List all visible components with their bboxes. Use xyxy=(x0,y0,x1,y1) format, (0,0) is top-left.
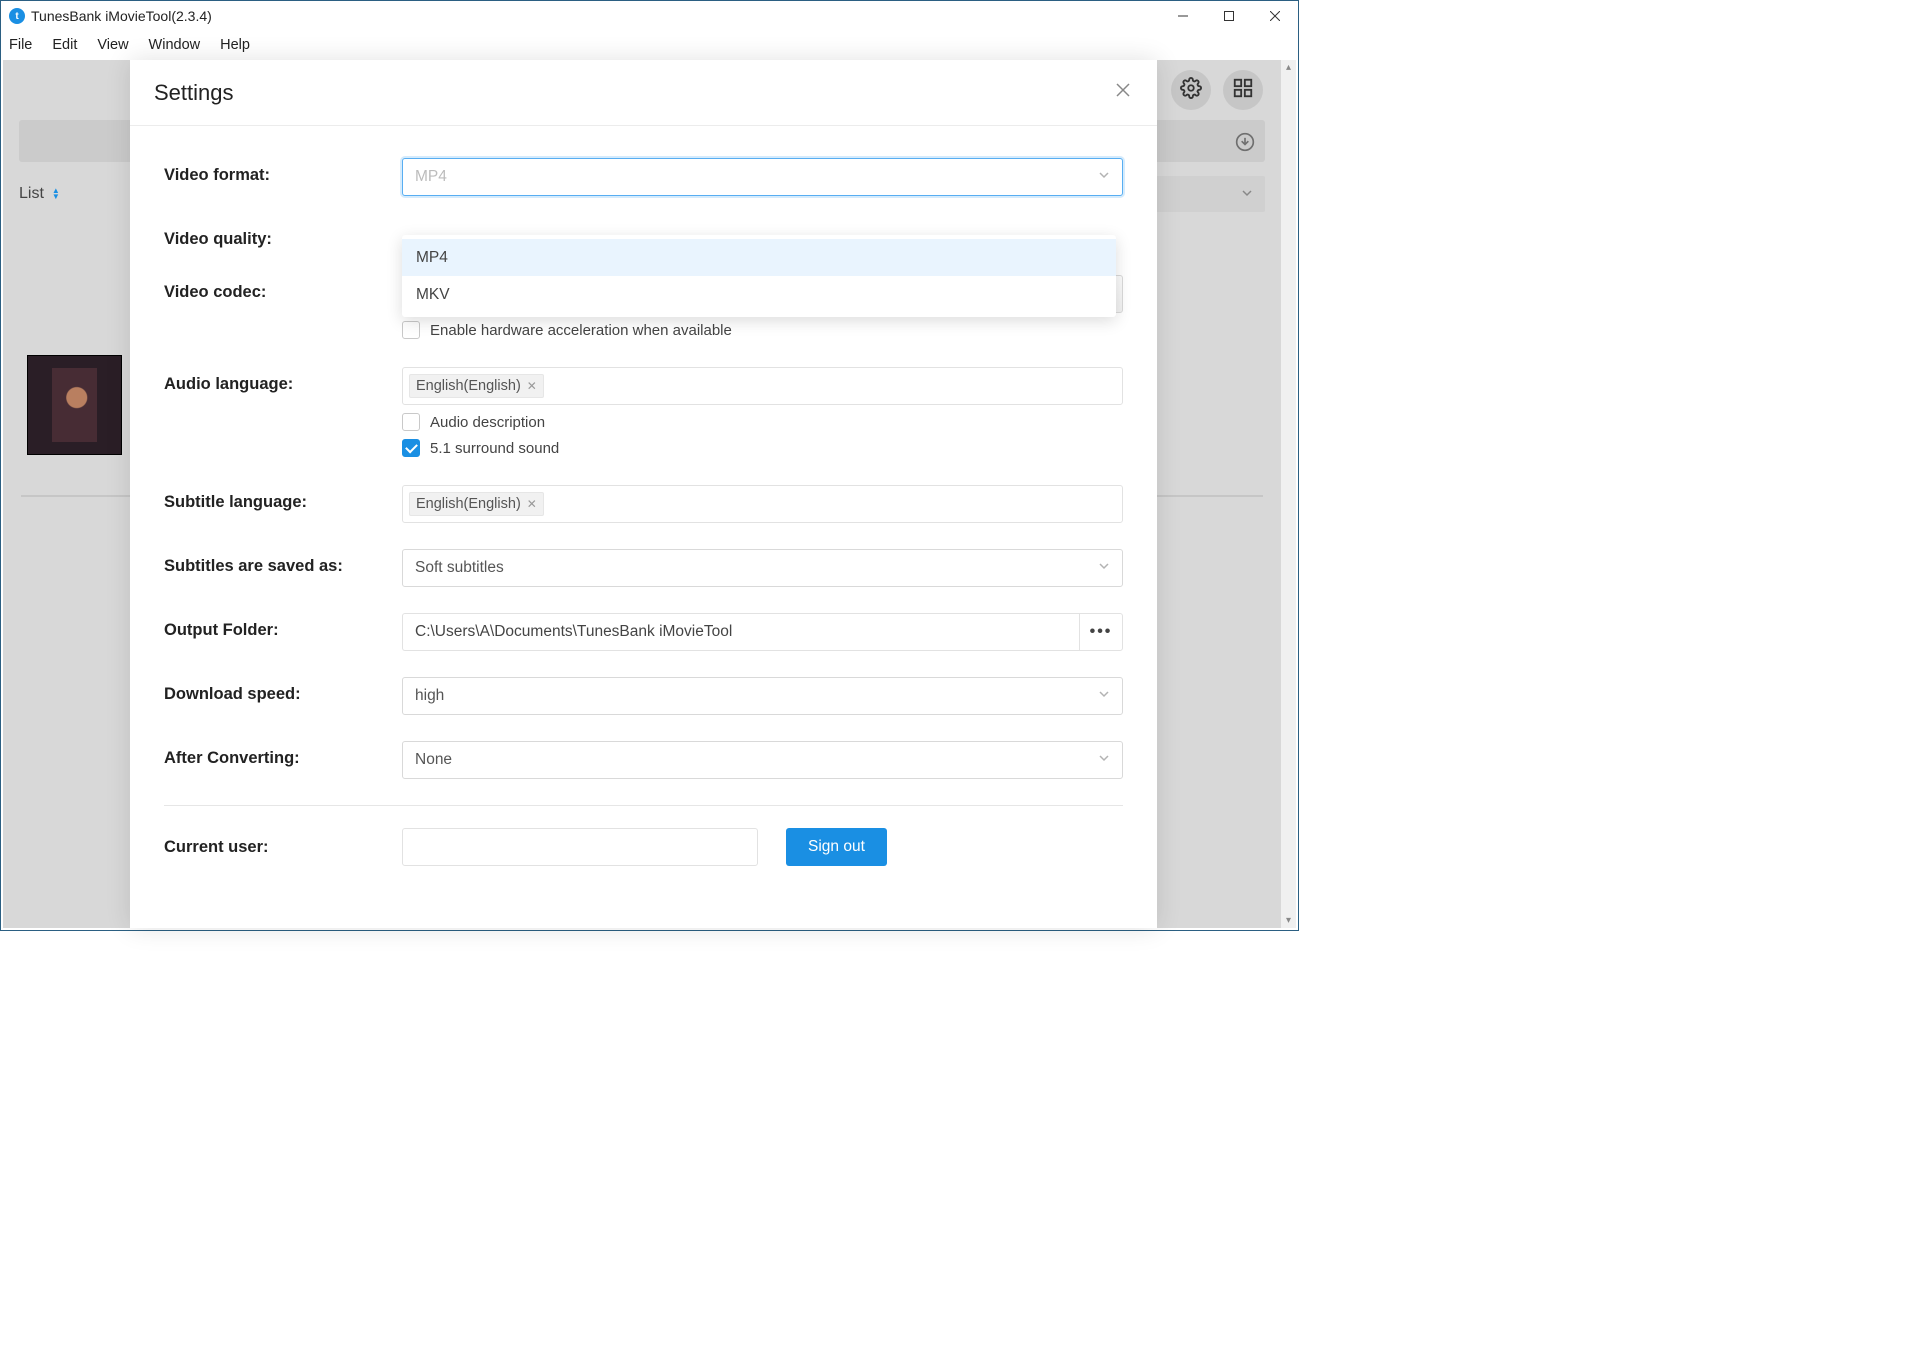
label-video-format: Video format: xyxy=(164,158,402,185)
output-folder-path[interactable]: C:\Users\A\Documents\TunesBank iMovieToo… xyxy=(402,613,1079,651)
label-output-folder: Output Folder: xyxy=(164,613,402,640)
browse-button[interactable]: ••• xyxy=(1079,613,1123,651)
subtitle-language-tag[interactable]: English(English) ✕ xyxy=(409,492,544,516)
download-speed-value: high xyxy=(415,687,444,705)
audio-language-select[interactable]: English(English) ✕ xyxy=(402,367,1123,405)
modal-close-button[interactable] xyxy=(1115,82,1131,103)
app-window: t TunesBank iMovieTool(2.3.4) File Edit … xyxy=(0,0,1299,931)
surround-row: 5.1 surround sound xyxy=(402,439,1123,457)
menu-view[interactable]: View xyxy=(97,37,128,53)
row-after-converting: After Converting: None xyxy=(164,741,1123,779)
window-controls xyxy=(1160,1,1298,31)
label-after-converting: After Converting: xyxy=(164,741,402,768)
modal-title: Settings xyxy=(154,80,234,106)
row-current-user: Current user: Sign out xyxy=(164,828,1123,866)
ellipsis-icon: ••• xyxy=(1090,623,1113,641)
sign-out-label: Sign out xyxy=(808,838,865,856)
chevron-down-icon xyxy=(1098,559,1110,577)
row-subtitles-saved: Subtitles are saved as: Soft subtitles xyxy=(164,549,1123,587)
surround-checkbox[interactable] xyxy=(402,439,420,457)
audio-language-tag-text: English(English) xyxy=(416,378,521,394)
row-subtitle-language: Subtitle language: English(English) ✕ xyxy=(164,485,1123,523)
titlebar: t TunesBank iMovieTool(2.3.4) xyxy=(1,1,1298,31)
subtitles-saved-select[interactable]: Soft subtitles xyxy=(402,549,1123,587)
chevron-down-icon xyxy=(1098,751,1110,769)
remove-tag-icon[interactable]: ✕ xyxy=(527,497,537,511)
menu-window[interactable]: Window xyxy=(149,37,201,53)
after-converting-value: None xyxy=(415,751,452,769)
list-label[interactable]: List xyxy=(19,185,44,203)
menubar: File Edit View Window Help xyxy=(1,31,1298,59)
close-button[interactable] xyxy=(1252,1,1298,31)
video-format-select[interactable]: MP4 xyxy=(402,158,1123,196)
scroll-down-arrow-icon[interactable]: ▾ xyxy=(1281,913,1296,928)
row-video-format: Video format: MP4 xyxy=(164,158,1123,196)
settings-button[interactable] xyxy=(1171,70,1211,110)
output-folder-group: C:\Users\A\Documents\TunesBank iMovieToo… xyxy=(402,613,1123,651)
video-format-dropdown: MP4 MKV xyxy=(402,235,1116,317)
window-title: TunesBank iMovieTool(2.3.4) xyxy=(31,8,212,24)
surround-label: 5.1 surround sound xyxy=(430,440,559,457)
label-video-quality: Video quality: xyxy=(164,222,402,249)
row-audio-language: Audio language: English(English) ✕ Audio… xyxy=(164,367,1123,457)
menu-file[interactable]: File xyxy=(9,37,32,53)
audio-description-checkbox[interactable] xyxy=(402,413,420,431)
label-subtitle-language: Subtitle language: xyxy=(164,485,402,512)
grid-icon xyxy=(1232,77,1254,104)
after-converting-select[interactable]: None xyxy=(402,741,1123,779)
hw-accel-label: Enable hardware acceleration when availa… xyxy=(430,322,732,339)
divider xyxy=(164,805,1123,806)
settings-modal: Settings Video format: MP4 V xyxy=(130,60,1157,928)
subtitles-saved-value: Soft subtitles xyxy=(415,559,504,577)
video-thumbnail[interactable] xyxy=(27,355,122,455)
modal-header: Settings xyxy=(130,60,1157,126)
current-user-input[interactable] xyxy=(402,828,758,866)
sort-icon[interactable]: ▲▼ xyxy=(52,188,60,200)
hw-accel-row: Enable hardware acceleration when availa… xyxy=(402,321,1123,339)
audio-description-label: Audio description xyxy=(430,414,545,431)
gear-icon xyxy=(1180,77,1202,104)
maximize-button[interactable] xyxy=(1206,1,1252,31)
subtitle-language-tag-text: English(English) xyxy=(416,496,521,512)
row-output-folder: Output Folder: C:\Users\A\Documents\Tune… xyxy=(164,613,1123,651)
grid-view-button[interactable] xyxy=(1223,70,1263,110)
subtitle-language-select[interactable]: English(English) ✕ xyxy=(402,485,1123,523)
download-speed-select[interactable]: high xyxy=(402,677,1123,715)
label-current-user: Current user: xyxy=(164,838,402,857)
row-download-speed: Download speed: high xyxy=(164,677,1123,715)
scroll-up-arrow-icon[interactable]: ▴ xyxy=(1281,60,1296,75)
menu-help[interactable]: Help xyxy=(220,37,250,53)
vertical-scrollbar[interactable]: ▴ ▾ xyxy=(1281,60,1296,928)
minimize-button[interactable] xyxy=(1160,1,1206,31)
label-download-speed: Download speed: xyxy=(164,677,402,704)
chevron-down-icon xyxy=(1098,168,1110,186)
audio-description-row: Audio description xyxy=(402,413,1123,431)
chevron-down-icon xyxy=(1098,687,1110,705)
label-audio-language: Audio language: xyxy=(164,367,402,394)
sign-out-button[interactable]: Sign out xyxy=(786,828,887,866)
download-icon xyxy=(1235,132,1255,157)
video-format-value: MP4 xyxy=(415,168,447,186)
chevron-down-icon xyxy=(1241,186,1253,204)
menu-edit[interactable]: Edit xyxy=(52,37,77,53)
video-format-option-mp4[interactable]: MP4 xyxy=(402,239,1116,276)
label-subtitles-saved: Subtitles are saved as: xyxy=(164,549,402,576)
video-format-option-mkv[interactable]: MKV xyxy=(402,276,1116,313)
label-video-codec: Video codec: xyxy=(164,275,402,302)
remove-tag-icon[interactable]: ✕ xyxy=(527,379,537,393)
audio-language-tag[interactable]: English(English) ✕ xyxy=(409,374,544,398)
hw-accel-checkbox[interactable] xyxy=(402,321,420,339)
close-icon xyxy=(1115,85,1131,102)
app-icon: t xyxy=(9,8,25,24)
